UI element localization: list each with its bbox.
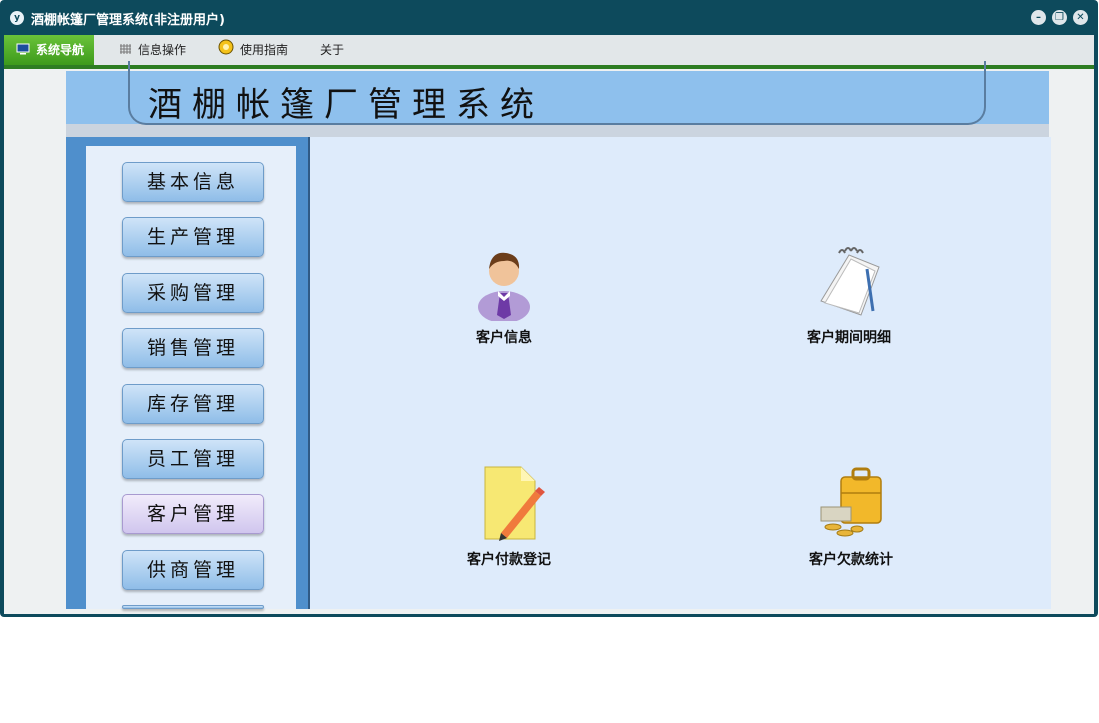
- nav-button-sales[interactable]: 销售管理: [122, 328, 264, 368]
- tile-customer-arrears[interactable]: 客户欠款统计: [771, 463, 931, 569]
- tile-customer-period-detail[interactable]: 客户期间明细: [769, 241, 929, 347]
- main-panel: 客户信息 客户期间明细 客户付款登记 客户欠款统计: [308, 137, 1051, 609]
- close-icon[interactable]: ✕: [1073, 10, 1088, 25]
- nav-button-production[interactable]: 生产管理: [122, 217, 264, 257]
- nav-button-partial[interactable]: [122, 605, 264, 609]
- nav-button-customer[interactable]: 客户管理: [122, 494, 264, 534]
- tile-label: 客户付款登记: [467, 552, 551, 568]
- app-logo-icon: y: [10, 11, 24, 25]
- menu-label: 使用指南: [240, 43, 289, 57]
- tile-label: 客户期间明细: [807, 330, 891, 346]
- briefcase-money-icon: [811, 463, 891, 543]
- tile-label: 客户欠款统计: [809, 552, 893, 568]
- title-bar[interactable]: y 酒棚帐篷厂管理系统(非注册用户) – ❐ ✕: [0, 0, 1098, 35]
- sidebar-panel: [86, 146, 296, 609]
- minimize-icon[interactable]: –: [1031, 10, 1046, 25]
- nav-button-basic-info[interactable]: 基本信息: [122, 162, 264, 202]
- monitor-icon: [16, 36, 30, 66]
- tile-label: 客户信息: [476, 330, 532, 346]
- nav-button-supplier[interactable]: 供商管理: [122, 550, 264, 590]
- menu-label: 信息操作: [138, 43, 187, 57]
- sidebar: 基本信息 生产管理 采购管理 销售管理 库存管理 员工管理 客户管理 供商管理: [66, 137, 308, 609]
- restore-icon[interactable]: ❐: [1052, 10, 1067, 25]
- banner-title: 酒棚帐篷厂管理系统: [148, 85, 544, 125]
- nav-button-purchasing[interactable]: 采购管理: [122, 273, 264, 313]
- menu-item-system-nav[interactable]: 系统导航: [4, 35, 95, 66]
- nav-button-staff[interactable]: 员工管理: [122, 439, 264, 479]
- customer-person-icon: [464, 241, 544, 323]
- menu-label: 关于: [320, 43, 345, 57]
- notepad-icon: [809, 241, 889, 321]
- tile-customer-info[interactable]: 客户信息: [424, 241, 584, 347]
- menu-label: 系统导航: [36, 43, 85, 57]
- document-pencil-icon: [469, 463, 549, 543]
- header-banner: 酒棚帐篷厂管理系统: [66, 61, 1049, 137]
- tile-customer-payment[interactable]: 客户付款登记: [429, 463, 589, 569]
- nav-button-inventory[interactable]: 库存管理: [122, 384, 264, 424]
- window-title: 酒棚帐篷厂管理系统(非注册用户): [31, 13, 225, 28]
